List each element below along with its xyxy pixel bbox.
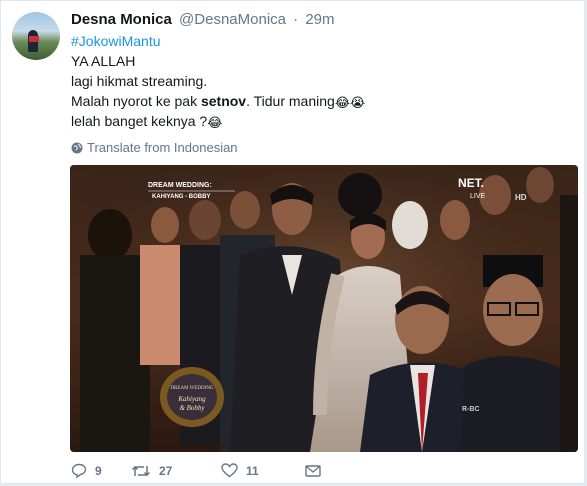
retweet-icon [131,465,151,476]
translate-link[interactable]: Translate from Indonesian [71,140,238,155]
tweet-line-3-bold: setnov [200,93,247,109]
tweet-line-3: Malah nyorot ke pak setnov. Tidur maning… [71,91,571,111]
caption-subtitle: KAHIYANG - BOBBY [152,194,210,200]
tweet-line-3-prefix: Malah nyorot ke pak [71,93,201,109]
reply-icon [71,463,87,478]
tweet-line-2: lagi hikmat streaming. [71,73,208,89]
author-name[interactable]: Desna Monica [71,11,172,28]
tweet-header: Desna Monica @DesnaMonica · 29m [71,11,335,29]
channel-logo: NET. [458,176,484,190]
svg-text:DREAM WEDDING: DREAM WEDDING [170,386,213,391]
like-count: 11 [246,463,259,478]
tweet-line-1: YA ALLAH [71,53,136,69]
reply-button[interactable]: 9 [71,463,131,478]
avatar[interactable] [12,12,60,60]
tweet-line-4-text: lelah banget keknya ? [71,113,208,129]
hashtag-link[interactable]: #JokowiMantu [71,31,571,51]
tweet-actions: 9 27 11 [71,463,321,478]
caption-title: DREAM WEDDING: [148,182,212,189]
tweet-text: #JokowiMantu YA ALLAH lagi hikmat stream… [71,31,571,131]
avatar-scarf [29,36,39,42]
laughing-emoji: 😂 [207,115,223,130]
heart-icon [221,463,238,478]
svg-text:& Bobby: & Bobby [179,404,205,412]
retweet-count: 27 [159,463,173,478]
tweet-line-4: lelah banget keknya ?😂 [71,111,571,131]
globe-icon [71,142,83,153]
header-separator: · [293,11,299,28]
channel-live: LIVE [470,193,486,200]
tweet-timestamp[interactable]: 29m [305,11,334,28]
tweet-card[interactable]: Desna Monica @DesnaMonica · 29m #JokowiM… [0,0,585,484]
hd-badge: HD [515,193,527,202]
tweet-media[interactable]: DREAM WEDDING Kahiyang & Bobby DREAM WED… [70,165,578,452]
svg-text:Kahiyang: Kahiyang [177,395,206,403]
tweet-line-3-suffix: . Tidur maning [246,93,335,109]
envelope-icon [305,464,321,477]
like-button[interactable]: 11 [221,463,305,478]
retweet-button[interactable]: 27 [131,464,221,478]
laughing-crying-emoji: 😂😭 [334,95,366,110]
author-handle[interactable]: @DesnaMonica [179,11,286,28]
watermark: R-BC [462,406,480,413]
translate-label[interactable]: Translate from Indonesian [87,140,238,155]
reply-count: 9 [95,463,102,478]
wedding-scene-image: DREAM WEDDING Kahiyang & Bobby DREAM WED… [70,165,578,452]
direct-message-button[interactable] [305,464,321,477]
